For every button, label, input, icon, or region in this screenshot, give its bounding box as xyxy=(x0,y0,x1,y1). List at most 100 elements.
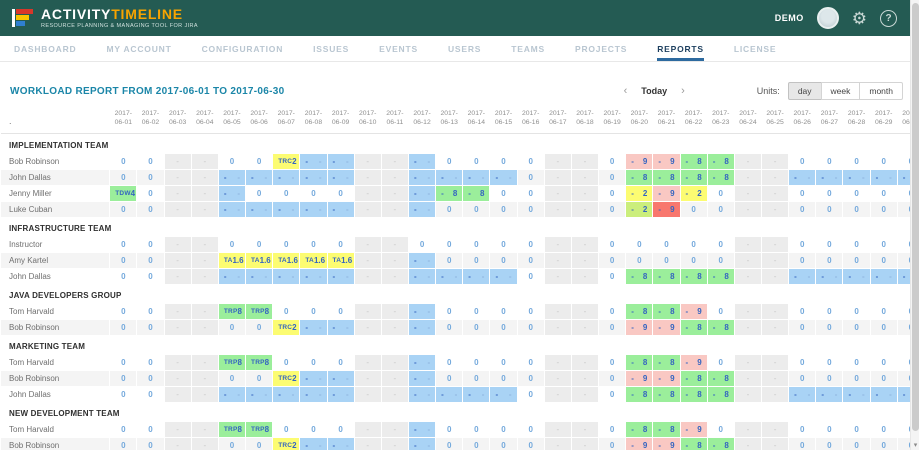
workload-cell: 0 xyxy=(219,438,245,450)
workload-cell: 0 xyxy=(708,355,734,370)
nav-item-users[interactable]: USERS xyxy=(448,36,481,61)
workload-cell: -- xyxy=(246,170,272,185)
workload-cell: 0 xyxy=(599,422,625,437)
workload-cell: 0 xyxy=(518,202,544,217)
workload-cell: 0 xyxy=(871,202,897,217)
nav-item-dashboard[interactable]: DASHBOARD xyxy=(14,36,76,61)
app-logo[interactable]: ACTIVITYTIMELINE RESOURCE PLANNING & MAN… xyxy=(12,7,198,29)
units-week-button[interactable]: week xyxy=(821,82,861,100)
workload-cell: -8 xyxy=(681,320,707,335)
workload-cell: - xyxy=(165,438,191,450)
workload-cell: 0 xyxy=(490,438,516,450)
today-button[interactable]: Today xyxy=(641,86,667,96)
workload-cell: 0 xyxy=(518,320,544,335)
nav-item-projects[interactable]: PROJECTS xyxy=(575,36,627,61)
next-period-chevron-icon[interactable]: › xyxy=(681,85,685,97)
workload-cell: -9 xyxy=(653,154,679,169)
workload-cell: -- xyxy=(328,438,354,450)
workload-table: .2017-06-012017-06-022017-06-032017-06-0… xyxy=(0,108,919,450)
workload-cell: TRP8 xyxy=(246,304,272,319)
workload-cell: 0 xyxy=(843,202,869,217)
scrollbar-down-arrow-icon[interactable]: ▾ xyxy=(911,441,919,449)
workload-cell: - xyxy=(762,186,788,201)
workload-cell: 0 xyxy=(871,355,897,370)
workload-cell: -- xyxy=(409,154,435,169)
workload-cell: 0 xyxy=(599,387,625,402)
workload-cell: -- xyxy=(816,170,842,185)
workload-cell: 0 xyxy=(518,186,544,201)
workload-cell: -- xyxy=(328,371,354,386)
units-month-button[interactable]: month xyxy=(859,82,903,100)
workload-cell: - xyxy=(192,202,218,217)
nav-item-configuration[interactable]: CONFIGURATION xyxy=(202,36,284,61)
workload-cell: -- xyxy=(246,387,272,402)
workload-cell: - xyxy=(355,304,381,319)
workload-cell: - xyxy=(382,387,408,402)
date-column-header: 2017-06-01 xyxy=(110,109,136,132)
workload-cell: 0 xyxy=(490,237,516,252)
workload-cell: 0 xyxy=(843,371,869,386)
workload-cell: 0 xyxy=(816,202,842,217)
workload-cell: - xyxy=(165,422,191,437)
workload-cell: - xyxy=(192,186,218,201)
workload-cell: -8 xyxy=(708,320,734,335)
workload-cell: -- xyxy=(328,154,354,169)
workload-cell: 0 xyxy=(653,237,679,252)
workload-cell: -- xyxy=(871,387,897,402)
date-column-header: 2017-06-19 xyxy=(599,109,625,132)
scrollbar-thumb[interactable] xyxy=(912,3,919,431)
workload-cell: 0 xyxy=(871,320,897,335)
nav-item-license[interactable]: LICENSE xyxy=(734,36,776,61)
workload-cell: 0 xyxy=(599,371,625,386)
vertical-scrollbar[interactable]: ▾ xyxy=(910,0,919,450)
workload-cell: 0 xyxy=(463,304,489,319)
main-nav: DASHBOARD MY ACCOUNT CONFIGURATION ISSUE… xyxy=(0,36,919,62)
workload-cell: - xyxy=(165,170,191,185)
workload-cell: - xyxy=(192,371,218,386)
nav-item-issues[interactable]: ISSUES xyxy=(313,36,349,61)
workload-cell: - xyxy=(382,371,408,386)
member-name: Luke Cuban xyxy=(1,202,109,217)
workload-cell: - xyxy=(762,253,788,268)
workload-cell: - xyxy=(192,269,218,284)
workload-cell: -9 xyxy=(626,320,652,335)
units-day-button[interactable]: day xyxy=(788,82,822,100)
prev-period-chevron-icon[interactable]: ‹ xyxy=(624,85,628,97)
workload-cell: -8 xyxy=(653,269,679,284)
logo-wordmark: ACTIVITYTIMELINE xyxy=(41,7,198,21)
workload-cell: - xyxy=(572,186,598,201)
workload-cell: 0 xyxy=(246,186,272,201)
date-column-header: 2017-06-16 xyxy=(518,109,544,132)
workload-cell: - xyxy=(382,355,408,370)
workload-cell: 0 xyxy=(708,304,734,319)
avatar[interactable] xyxy=(817,7,839,29)
workload-cell: 0 xyxy=(681,202,707,217)
date-column-header: 2017-06-13 xyxy=(436,109,462,132)
nav-item-my-account[interactable]: MY ACCOUNT xyxy=(106,36,171,61)
workload-cell: 0 xyxy=(843,355,869,370)
workload-cell: - xyxy=(545,170,571,185)
workload-cell: 0 xyxy=(518,170,544,185)
workload-cell: - xyxy=(762,422,788,437)
workload-cell: 0 xyxy=(463,355,489,370)
workload-cell: 0 xyxy=(110,170,136,185)
workload-cell: -- xyxy=(409,170,435,185)
nav-item-reports[interactable]: REPORTS xyxy=(657,36,704,61)
nav-item-teams[interactable]: TEAMS xyxy=(511,36,545,61)
workload-cell: 0 xyxy=(137,154,163,169)
workload-cell: -- xyxy=(409,371,435,386)
workload-cell: 0 xyxy=(871,422,897,437)
settings-gear-icon[interactable]: ⚙ xyxy=(852,10,867,27)
nav-item-events[interactable]: EVENTS xyxy=(379,36,418,61)
workload-cell: 0 xyxy=(328,355,354,370)
workload-cell: 0 xyxy=(789,438,815,450)
workload-cell: - xyxy=(572,422,598,437)
workload-cell: - xyxy=(382,438,408,450)
workload-cell: -- xyxy=(409,438,435,450)
workload-cell: 0 xyxy=(843,304,869,319)
help-icon[interactable]: ? xyxy=(880,10,897,27)
workload-cell: -- xyxy=(246,202,272,217)
date-column-header: 2017-06-02 xyxy=(137,109,163,132)
workload-cell: - xyxy=(355,438,381,450)
team-header: IMPLEMENTATION TEAM xyxy=(1,135,919,153)
